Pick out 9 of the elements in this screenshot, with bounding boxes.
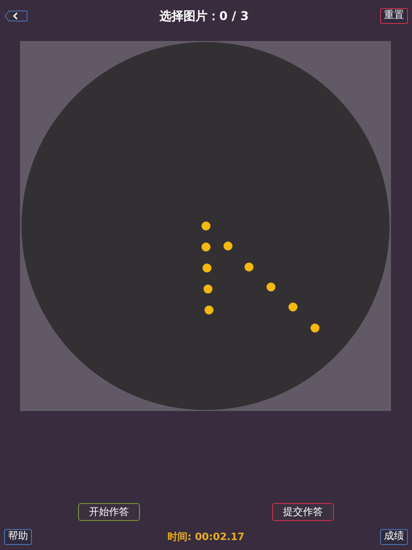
start-answer-button[interactable]: 开始作答 — [78, 503, 140, 521]
reset-button[interactable]: 重置 — [380, 8, 408, 24]
page-title: 选择图片：0 / 3 — [159, 8, 249, 24]
timer-text: 时间: 00:02.17 — [167, 530, 245, 544]
help-button[interactable]: 帮助 — [4, 529, 32, 545]
back-button[interactable] — [4, 10, 28, 22]
back-arrow-icon — [4, 10, 28, 22]
submit-answer-button[interactable]: 提交作答 — [272, 503, 334, 521]
score-button[interactable]: 成绩 — [380, 529, 408, 545]
